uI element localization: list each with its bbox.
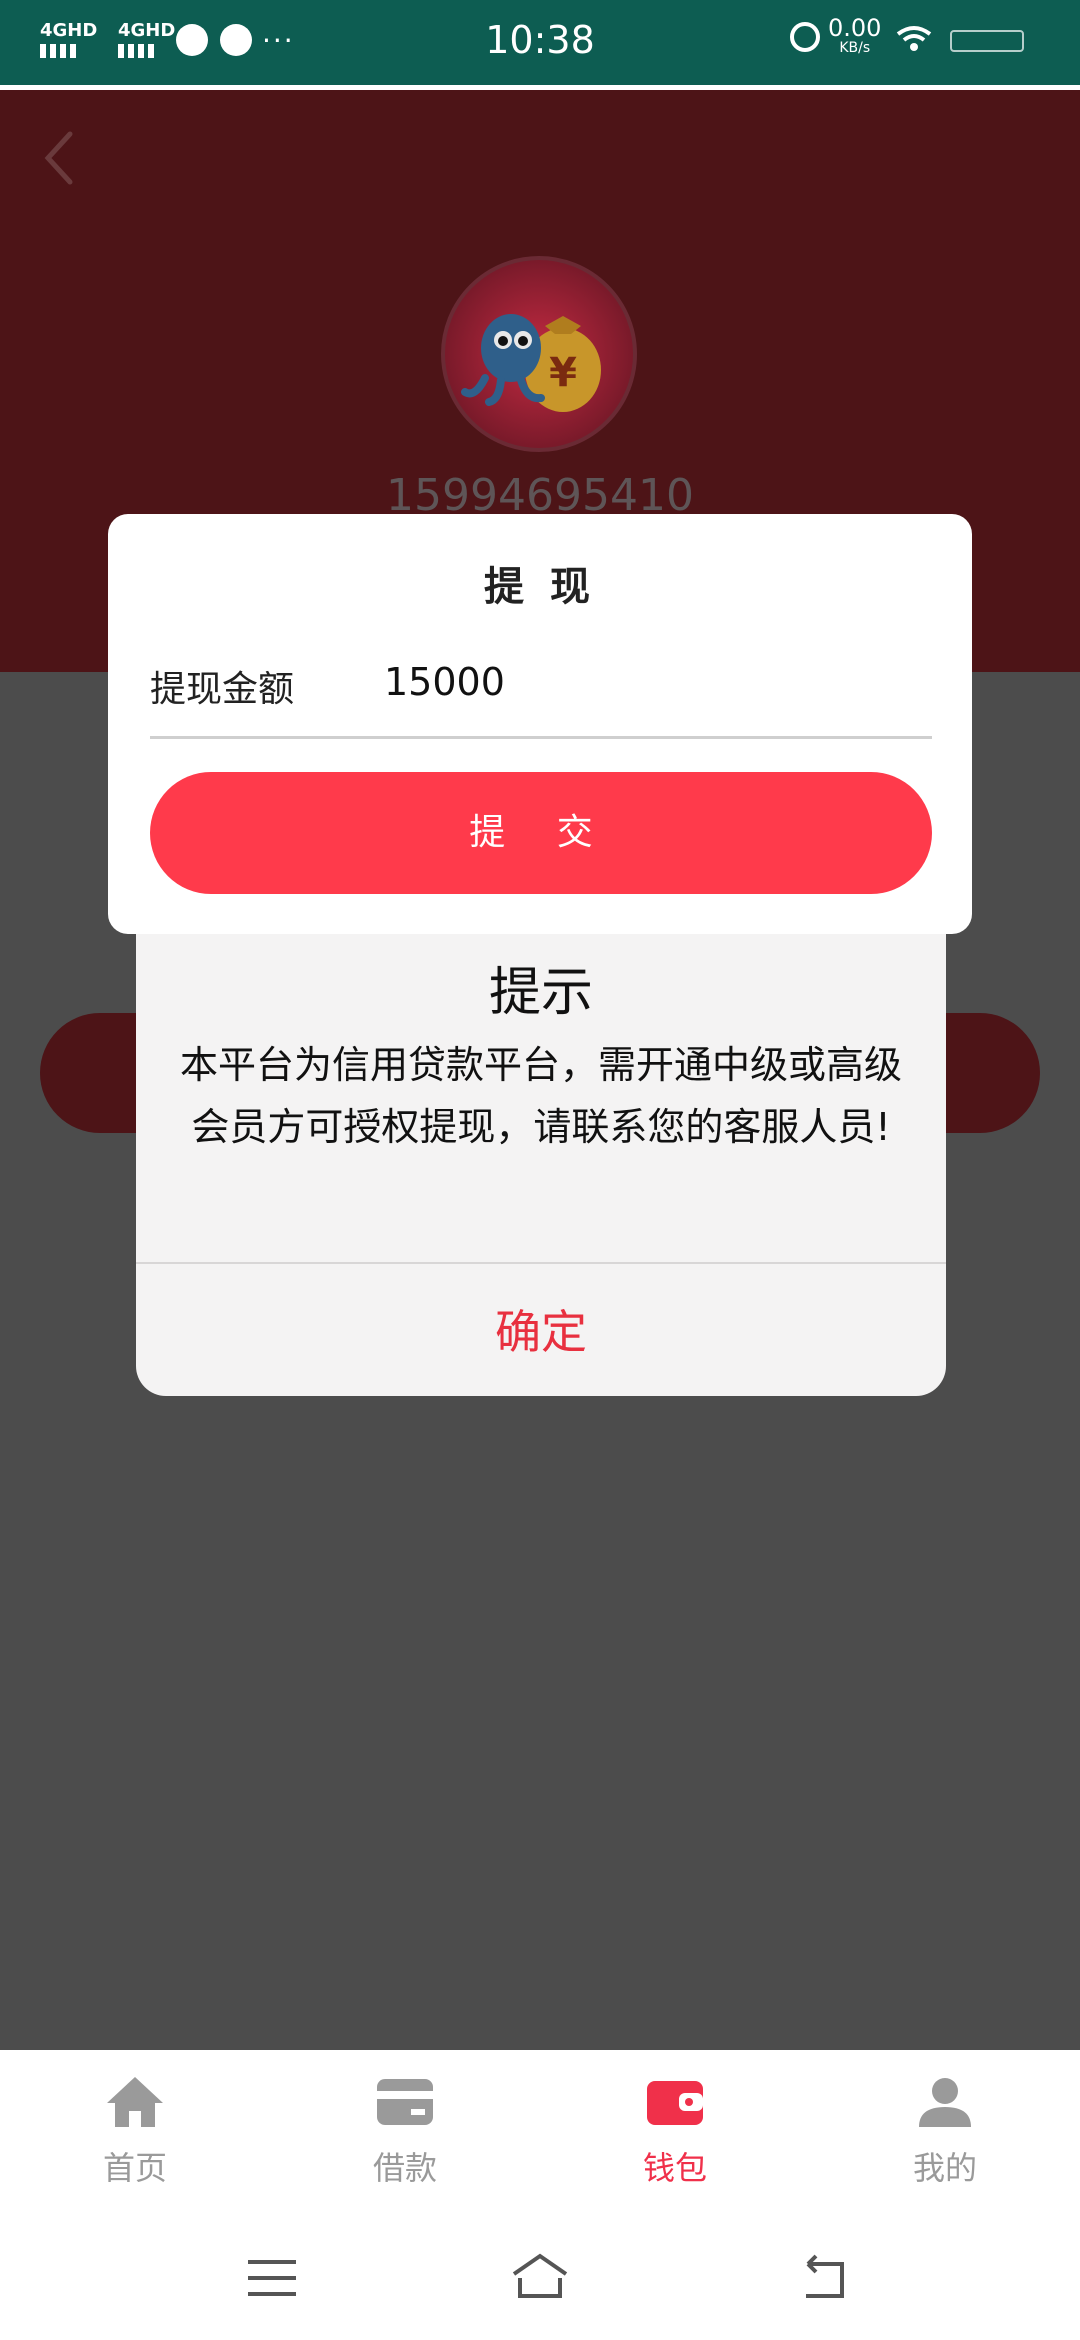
back-icon[interactable]: [40, 128, 80, 188]
withdraw-dialog-title: 提 现: [484, 564, 596, 610]
home-icon: [107, 2077, 163, 2127]
alert-message: 本平台为信用贷款平台，需开通中级或高级会员方可授权提现，请联系您的客服人员!: [179, 1043, 902, 1149]
network-speed: 0.00 KB/s: [828, 14, 882, 56]
tab-loan[interactable]: 借款: [305, 2075, 505, 2189]
tab-mine[interactable]: 我的: [845, 2075, 1045, 2189]
confirm-button[interactable]: 确定: [136, 1296, 946, 1362]
tab-label: 我的: [912, 2149, 977, 2187]
amount-label: 提现金额: [150, 669, 295, 710]
mascot-money-bag-icon: ¥: [461, 314, 601, 412]
tab-home[interactable]: 首页: [35, 2075, 235, 2189]
menu-icon[interactable]: [242, 2248, 302, 2308]
alert-dialog: 提示 本平台为信用贷款平台，需开通中级或高级会员方可授权提现，请联系您的客服人员…: [136, 934, 946, 1396]
back-nav-icon[interactable]: [792, 2248, 852, 2308]
amount-input[interactable]: 15000: [384, 660, 505, 704]
card-icon: [377, 2079, 433, 2125]
wallet-icon: [647, 2081, 703, 2125]
submit-button[interactable]: 提 交: [150, 772, 932, 894]
user-icon: [919, 2078, 971, 2127]
wifi-icon: [896, 26, 932, 51]
battery-icon: [950, 30, 1024, 52]
alert-title: 提示: [488, 963, 593, 1023]
avatar: ¥: [441, 256, 637, 452]
alert-divider: [136, 1262, 946, 1264]
tab-wallet[interactable]: 钱包: [575, 2075, 775, 2189]
status-bar: 4GHD 4GHD ··· 10:38 0.00 KB/s: [0, 0, 1080, 85]
tab-label: 钱包: [642, 2149, 707, 2187]
withdraw-dialog: 提 现 提现金额 15000 提 交: [108, 514, 972, 934]
svg-text:¥: ¥: [549, 350, 577, 396]
tab-label: 首页: [102, 2149, 167, 2187]
tab-label: 借款: [372, 2149, 437, 2187]
home-nav-icon[interactable]: [510, 2248, 570, 2308]
input-underline: [150, 736, 932, 739]
alarm-icon: [790, 22, 820, 52]
